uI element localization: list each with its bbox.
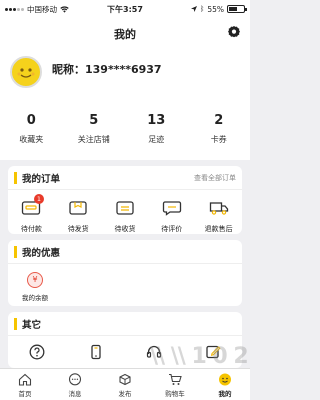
order-pending-payment[interactable]: 1 待付款 (8, 194, 55, 234)
signal-icon (5, 7, 24, 11)
gear-icon[interactable] (227, 25, 241, 39)
stat-label: 卡券 (210, 135, 227, 144)
tab-publish[interactable]: 发布 (100, 369, 150, 400)
order-pending-receipt[interactable]: 待收货 (102, 200, 149, 234)
stat-followed-shops[interactable]: 5 关注店铺 (63, 98, 126, 160)
order-label: 待评价 (161, 225, 183, 233)
balance-label: 我的余额 (22, 294, 48, 302)
header: 我的 (0, 18, 250, 46)
stat-label: 关注店铺 (77, 135, 110, 144)
others-title: 其它 (22, 319, 42, 331)
publish-icon (119, 373, 131, 386)
order-pending-review[interactable]: 待评价 (148, 200, 195, 234)
cart-icon (169, 373, 182, 385)
tab-cart[interactable]: 购物车 (150, 369, 200, 400)
section-accent-bar (14, 317, 17, 330)
order-refund-aftersale[interactable]: 退款售后 (195, 200, 242, 234)
package-icon (69, 201, 87, 215)
headset-icon (147, 345, 162, 358)
location-icon (191, 6, 198, 12)
order-pending-shipment[interactable]: 待发货 (55, 200, 102, 234)
order-label: 待发货 (67, 225, 89, 233)
feedback-item[interactable] (184, 344, 243, 360)
tab-messages[interactable]: 消息 (50, 369, 100, 400)
question-icon (29, 344, 45, 360)
home-icon (18, 373, 32, 386)
battery-percent: 55% (207, 4, 224, 14)
help-item[interactable] (8, 344, 67, 360)
stat-label: 收藏夹 (19, 135, 44, 144)
view-all-orders-link[interactable]: 查看全部订单 (194, 173, 236, 183)
order-label: 待付款 (20, 225, 42, 233)
orders-card: 我的订单 查看全部订单 1 待付款 待发货 待收货 待评价 退款售后 (8, 166, 242, 234)
bluetooth-icon: ᛒ (200, 5, 205, 13)
smiley-icon (13, 59, 39, 85)
order-label: 待收货 (114, 225, 136, 233)
message-icon (68, 373, 82, 386)
avatar[interactable] (10, 56, 42, 88)
phone-icon (91, 344, 101, 360)
tab-label: 消息 (68, 390, 82, 398)
orders-header: 我的订单 查看全部订单 (8, 166, 242, 190)
orders-title: 我的订单 (22, 173, 61, 185)
balance-item[interactable]: ¥ 我的余额 (18, 272, 52, 302)
nickname: 昵称：139****6937 (52, 63, 162, 76)
status-bar: 中国移动 下午3:57 ᛒ 55% (0, 0, 250, 18)
stat-favorites[interactable]: 0 收藏夹 (0, 98, 63, 160)
profile-icon (219, 373, 231, 386)
profile-section[interactable]: 昵称：139****6937 (0, 46, 250, 98)
tab-home[interactable]: 首页 (0, 369, 50, 400)
others-card: 其它 (8, 312, 242, 368)
phone-item[interactable] (67, 344, 126, 360)
wifi-icon (60, 5, 69, 13)
stat-value: 0 (26, 113, 36, 128)
receive-icon (116, 201, 134, 215)
tab-label: 首页 (18, 390, 32, 398)
benefits-title: 我的优惠 (22, 247, 61, 259)
others-header: 其它 (8, 312, 242, 336)
yuan-coin-icon: ¥ (27, 272, 43, 288)
benefits-header: 我的优惠 (8, 240, 242, 264)
order-label: 退款售后 (204, 225, 233, 233)
page-title: 我的 (114, 28, 136, 41)
stat-footprints[interactable]: 13 足迹 (125, 98, 188, 160)
tab-label: 购物车 (165, 390, 185, 398)
section-accent-bar (14, 171, 17, 184)
stat-label: 足迹 (148, 135, 165, 144)
comment-icon (162, 201, 181, 216)
tab-label: 我的 (218, 390, 232, 398)
stat-coupons[interactable]: 2 卡券 (188, 98, 251, 160)
battery-fill (229, 7, 237, 11)
truck-icon (209, 202, 228, 215)
stat-value: 5 (89, 113, 99, 128)
section-accent-bar (14, 245, 17, 258)
edit-icon (206, 345, 221, 359)
battery-icon (227, 5, 247, 13)
customer-service-item[interactable] (125, 344, 184, 360)
benefits-card: 我的优惠 ¥ 我的余额 (8, 240, 242, 306)
clock: 下午3:57 (107, 4, 143, 14)
tab-profile[interactable]: 我的 (200, 369, 250, 400)
pending-payment-badge: 1 (34, 194, 44, 204)
stats-row: 0 收藏夹 5 关注店铺 13 足迹 2 卡券 (0, 98, 250, 160)
stat-value: 2 (214, 113, 224, 128)
tab-label: 发布 (118, 390, 132, 398)
tab-bar: 首页 消息 发布 购物车 我的 (0, 368, 250, 400)
carrier-label: 中国移动 (27, 4, 57, 14)
stat-value: 13 (147, 113, 166, 128)
